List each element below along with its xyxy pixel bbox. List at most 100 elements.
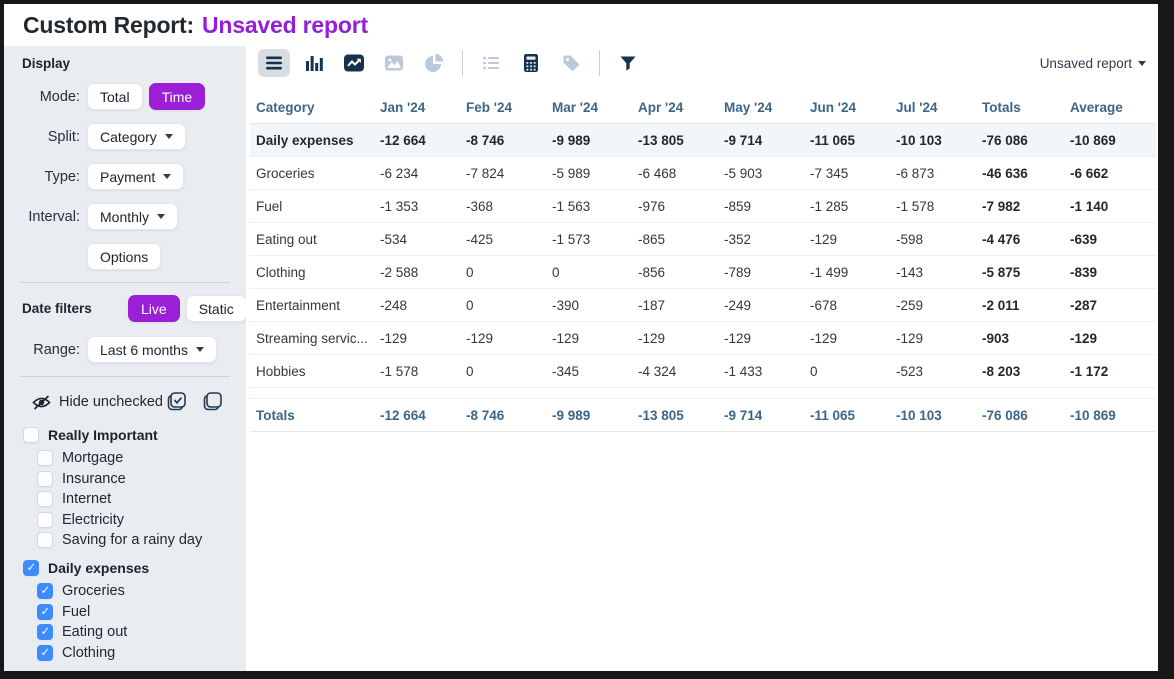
value-cell: -2 588 — [374, 256, 460, 289]
category-group-label: Really Important — [48, 427, 158, 443]
value-cell: -10 103 — [890, 124, 976, 157]
value-cell: -11 065 — [804, 124, 890, 157]
value-cell: -1 140 — [1064, 190, 1156, 223]
checkbox[interactable] — [37, 450, 53, 466]
value-cell: 0 — [546, 256, 632, 289]
list-button[interactable] — [475, 49, 507, 77]
column-header: Feb '24 — [460, 92, 546, 124]
checkbox[interactable] — [37, 624, 53, 640]
area-chart-icon — [384, 53, 404, 73]
value-cell: -13 805 — [632, 124, 718, 157]
value-cell: -187 — [632, 289, 718, 322]
main-panel: Unsaved report CategoryJan '24Feb '24Mar… — [246, 46, 1158, 671]
column-header: Jan '24 — [374, 92, 460, 124]
category-label: Mortgage — [62, 450, 123, 466]
options-button[interactable]: Options — [87, 243, 161, 270]
chevron-down-icon — [163, 174, 171, 179]
uncheck-all-icon — [202, 391, 224, 413]
value-cell: -9 714 — [718, 124, 804, 157]
trend-chart-button[interactable] — [338, 49, 370, 77]
value-cell: -1 433 — [718, 355, 804, 388]
type-row: Type: Payment — [4, 163, 246, 190]
category-cell: Clothing — [250, 256, 374, 289]
value-cell: 0 — [460, 289, 546, 322]
mode-total-button[interactable]: Total — [87, 83, 143, 110]
category-group-row[interactable]: Daily expenses — [4, 560, 246, 576]
divider — [20, 376, 230, 377]
uncheck-all-button[interactable] — [202, 391, 224, 413]
checkbox[interactable] — [23, 560, 39, 576]
table-row: Eating out-534-425-1 573-865-352-129-598… — [250, 223, 1156, 256]
filter-button[interactable] — [612, 49, 644, 77]
page-title-prefix: Custom Report: — [23, 12, 194, 39]
value-cell: -1 578 — [374, 355, 460, 388]
category-label: Electricity — [62, 512, 124, 528]
category-tree: Really Important Mortgage Insurance Interne… — [4, 427, 246, 661]
value-cell: -8 746 — [460, 399, 546, 432]
checkbox[interactable] — [37, 645, 53, 661]
date-filters-heading: Date filters — [22, 301, 128, 316]
mode-time-button[interactable]: Time — [149, 83, 206, 110]
value-cell: -390 — [546, 289, 632, 322]
category-cell: Eating out — [250, 223, 374, 256]
category-cell: Groceries — [250, 157, 374, 190]
category-row[interactable]: Electricity — [4, 512, 246, 528]
checkbox[interactable] — [37, 512, 53, 528]
tag-button[interactable] — [555, 49, 587, 77]
category-label: Insurance — [62, 471, 126, 487]
type-label: Type: — [4, 169, 80, 185]
checkbox[interactable] — [23, 427, 39, 443]
checkbox[interactable] — [37, 604, 53, 620]
table-view-button[interactable] — [258, 49, 290, 77]
interval-row: Interval: Monthly — [4, 203, 246, 230]
checkbox[interactable] — [37, 471, 53, 487]
value-cell: -598 — [890, 223, 976, 256]
category-row[interactable]: Fuel — [4, 604, 246, 620]
value-cell: -46 636 — [976, 157, 1064, 190]
value-cell: -129 — [804, 223, 890, 256]
value-cell: -352 — [718, 223, 804, 256]
value-cell: -5 903 — [718, 157, 804, 190]
category-row[interactable]: Saving for a rainy day — [4, 532, 246, 548]
category-row[interactable]: Insurance — [4, 471, 246, 487]
category-row[interactable]: Mortgage — [4, 450, 246, 466]
check-all-icon — [166, 391, 188, 413]
range-dropdown[interactable]: Last 6 months — [87, 336, 217, 363]
category-label: Internet — [62, 491, 111, 507]
category-row[interactable]: Clothing — [4, 645, 246, 661]
value-cell: -10 103 — [890, 399, 976, 432]
checkbox[interactable] — [37, 583, 53, 599]
calculator-button[interactable] — [515, 49, 547, 77]
table-row: Fuel-1 353-368-1 563-976-859-1 285-1 578… — [250, 190, 1156, 223]
category-row[interactable]: Groceries — [4, 583, 246, 599]
date-filter-live-button[interactable]: Live — [128, 295, 180, 322]
table-row: Streaming servic...-129-129-129-129-129-… — [250, 322, 1156, 355]
report-table-container: CategoryJan '24Feb '24Mar '24Apr '24May … — [246, 80, 1158, 432]
category-row[interactable]: Internet — [4, 491, 246, 507]
date-filter-static-button[interactable]: Static — [186, 295, 246, 322]
type-dropdown[interactable]: Payment — [87, 163, 184, 190]
category-row[interactable]: Eating out — [4, 624, 246, 640]
value-cell: -11 065 — [804, 399, 890, 432]
value-cell: -8 746 — [460, 124, 546, 157]
category-cell: Streaming servic... — [250, 322, 374, 355]
pie-chart-button[interactable] — [418, 49, 450, 77]
interval-dropdown[interactable]: Monthly — [87, 203, 178, 230]
value-cell: -12 664 — [374, 399, 460, 432]
bar-chart-button[interactable] — [298, 49, 330, 77]
column-header: Jul '24 — [890, 92, 976, 124]
checkbox[interactable] — [37, 491, 53, 507]
category-group-row[interactable]: Really Important — [4, 427, 246, 443]
trend-chart-icon — [343, 53, 365, 73]
hide-unchecked-row[interactable]: Hide unchecked — [4, 389, 246, 415]
report-name: Unsaved report — [202, 12, 368, 39]
category-label: Eating out — [62, 624, 127, 640]
value-cell: -1 172 — [1064, 355, 1156, 388]
split-dropdown[interactable]: Category — [87, 123, 186, 150]
check-all-button[interactable] — [166, 391, 188, 413]
report-selector-dropdown[interactable]: Unsaved report — [1040, 56, 1148, 71]
checkbox[interactable] — [37, 532, 53, 548]
area-chart-button[interactable] — [378, 49, 410, 77]
table-body: Daily expenses-12 664-8 746-9 989-13 805… — [250, 124, 1156, 432]
column-header: Jun '24 — [804, 92, 890, 124]
